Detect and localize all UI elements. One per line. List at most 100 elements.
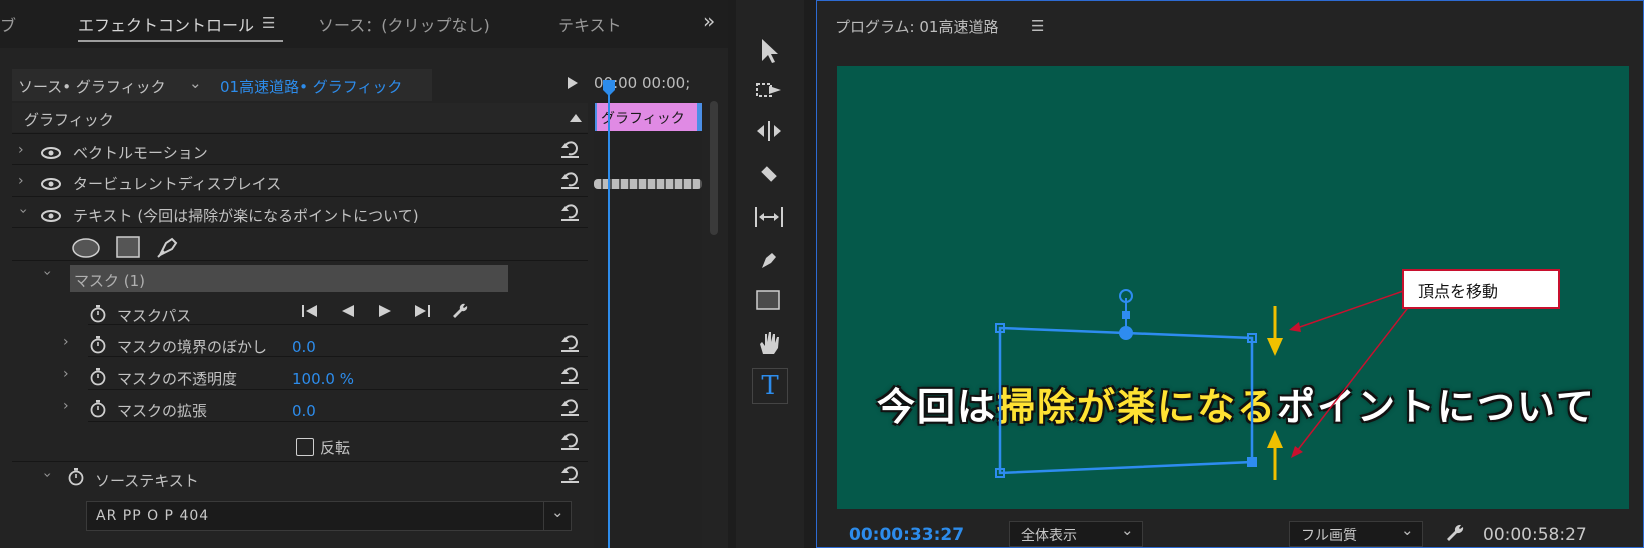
divider (12, 260, 588, 261)
reset-icon[interactable] (559, 366, 581, 384)
divider (12, 164, 588, 165)
divider (12, 133, 588, 134)
effect-label: ベクトルモーション (73, 144, 208, 162)
vertical-scrollbar[interactable] (710, 101, 718, 235)
effect-label: テキスト (今回は掃除が楽になるポイントについて) (73, 207, 419, 225)
divider (12, 227, 588, 228)
divider (88, 356, 588, 357)
monitor-title[interactable]: プログラム: 01高速道路 (835, 16, 998, 37)
pen-tool[interactable] (754, 245, 784, 275)
selection-tool[interactable] (754, 36, 784, 66)
chevron-down-icon[interactable]: ⌄ (551, 503, 564, 521)
duration-timecode: 00:00:58:27 (1483, 525, 1587, 545)
ripple-edit-tool[interactable] (754, 116, 784, 146)
divider (88, 324, 588, 325)
mask-feather-value[interactable]: 0.0 (292, 338, 316, 356)
collapse-chevron-icon[interactable]: › (15, 208, 31, 214)
stopwatch-icon[interactable] (90, 400, 106, 418)
chevron-down-icon[interactable]: ⌄ (1401, 521, 1414, 539)
mask-path-label: マスクパス (117, 307, 192, 325)
clip-link[interactable]: 01高速道路• グラフィック (220, 76, 402, 97)
quality-value: フル画質 (1301, 528, 1357, 544)
mask-name: マスク (1) (74, 272, 146, 290)
tab-partial[interactable]: ブ (0, 12, 16, 36)
source-text-label: ソーステキスト (95, 472, 199, 490)
ellipse-mask-icon[interactable] (72, 238, 100, 258)
stopwatch-icon[interactable] (90, 368, 106, 386)
reset-icon[interactable] (559, 334, 581, 352)
collapse-up-icon[interactable] (570, 114, 582, 122)
expand-chevron-icon[interactable]: › (18, 173, 24, 189)
next-keyframe-icon[interactable] (413, 304, 431, 318)
rectangle-tool[interactable] (754, 286, 784, 316)
divider (12, 196, 588, 197)
chevron-down-icon[interactable]: ⌄ (189, 74, 202, 92)
stopwatch-icon[interactable] (90, 305, 106, 323)
playhead-line[interactable] (608, 84, 610, 548)
effect-label: タービュレントディスプレイス (73, 175, 282, 193)
hand-tool[interactable] (754, 328, 784, 358)
dropdown-divider (543, 501, 544, 531)
eye-icon[interactable] (41, 147, 61, 159)
mask-feather-label: マスクの境界のぼかし (117, 338, 268, 356)
track-backward-icon[interactable] (341, 304, 355, 318)
more-tabs-icon[interactable]: » (703, 9, 715, 33)
effect-controls-panel: ブ エフェクトコントロール ☰ ソース：(クリップなし) テキスト » ソース•… (0, 0, 728, 548)
divider (12, 461, 588, 462)
panel-menu-icon[interactable]: ☰ (1031, 17, 1044, 35)
mask-expansion-value[interactable]: 0.0 (292, 402, 316, 420)
reset-icon[interactable] (559, 432, 581, 450)
tools-panel: T (736, 0, 804, 548)
wrench-icon[interactable] (1445, 523, 1465, 543)
tab-source[interactable]: ソース：(クリップなし) (318, 12, 490, 36)
track-select-tool[interactable] (754, 76, 784, 106)
section-title: グラフィック (24, 111, 114, 129)
stopwatch-icon[interactable] (90, 336, 106, 354)
pen-mask-icon[interactable] (156, 235, 180, 259)
reset-icon[interactable] (559, 465, 581, 483)
track-forward-icon[interactable] (378, 304, 392, 318)
play-triangle-icon[interactable] (568, 77, 578, 89)
wrench-icon[interactable] (451, 302, 469, 320)
reset-icon[interactable] (559, 171, 581, 189)
reset-icon[interactable] (559, 203, 581, 221)
keyframe-track[interactable] (594, 179, 702, 189)
chevron-down-icon[interactable]: ⌄ (1121, 521, 1134, 539)
divider (88, 421, 588, 422)
video-frame[interactable]: 今回は掃除が楽になるポイントについて 頂点を移動 (837, 66, 1629, 509)
playhead-marker[interactable] (601, 80, 617, 96)
source-dropdown[interactable]: ソース• グラフィック (18, 76, 166, 97)
current-timecode[interactable]: 00:00:33:27 (849, 525, 964, 545)
previous-keyframe-icon[interactable] (301, 304, 319, 318)
mask-opacity-value[interactable]: 100.0 % (292, 370, 354, 388)
stopwatch-icon[interactable] (68, 468, 84, 486)
zoom-value: 全体表示 (1021, 528, 1077, 544)
type-tool[interactable]: T (752, 368, 788, 404)
eye-icon[interactable] (41, 210, 61, 222)
expand-chevron-icon[interactable]: › (63, 334, 69, 350)
invert-label: 反転 (320, 439, 351, 457)
mask-opacity-label: マスクの不透明度 (117, 370, 238, 388)
tab-text[interactable]: テキスト (558, 12, 622, 36)
mask-expansion-label: マスクの拡張 (117, 402, 208, 420)
expand-chevron-icon[interactable]: › (18, 142, 24, 158)
expand-chevron-icon[interactable]: › (63, 398, 69, 414)
annotation-text: 頂点を移動 (1418, 282, 1499, 301)
panel-menu-icon[interactable]: ☰ (262, 14, 275, 32)
mini-timeline (594, 101, 702, 548)
panel-tab-bar: ブ エフェクトコントロール ☰ ソース：(クリップなし) テキスト » (0, 0, 728, 48)
expand-chevron-icon[interactable]: › (63, 366, 69, 382)
rectangle-mask-icon[interactable] (116, 236, 140, 258)
active-tab-underline (78, 40, 283, 42)
slip-tool[interactable] (754, 202, 784, 232)
invert-checkbox[interactable] (296, 438, 314, 456)
collapse-chevron-icon[interactable]: › (39, 270, 55, 276)
font-value: AR PP O P 404 (96, 508, 210, 524)
tab-effect-controls[interactable]: エフェクトコントロール (78, 12, 254, 36)
reset-icon[interactable] (559, 398, 581, 416)
razor-tool[interactable] (754, 159, 784, 189)
eye-icon[interactable] (41, 178, 61, 190)
divider (88, 389, 588, 390)
reset-icon[interactable] (559, 140, 581, 158)
collapse-chevron-icon[interactable]: › (39, 472, 55, 478)
